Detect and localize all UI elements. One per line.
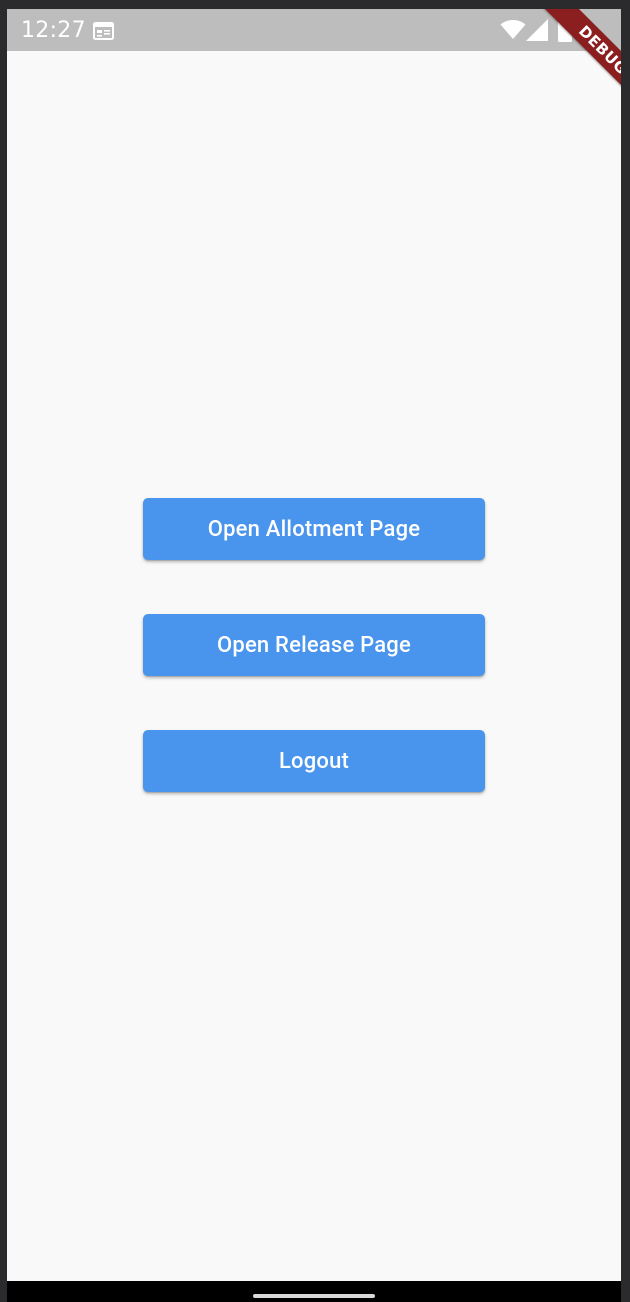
navigation-bar: [7, 1281, 621, 1302]
status-time: 12:27: [21, 18, 86, 43]
logout-button[interactable]: Logout: [143, 730, 485, 792]
app-screen: 12:27 DEBUG Open Allotment Page Open Rel…: [7, 9, 621, 1281]
calendar-icon: [93, 22, 114, 40]
open-allotment-page-button[interactable]: Open Allotment Page: [143, 498, 485, 560]
debug-banner: DEBUG: [521, 9, 621, 109]
debug-banner-label: DEBUG: [541, 9, 621, 109]
device-frame: 12:27 DEBUG Open Allotment Page Open Rel…: [0, 0, 630, 1302]
home-indicator[interactable]: [253, 1294, 375, 1298]
open-release-page-button[interactable]: Open Release Page: [143, 614, 485, 676]
